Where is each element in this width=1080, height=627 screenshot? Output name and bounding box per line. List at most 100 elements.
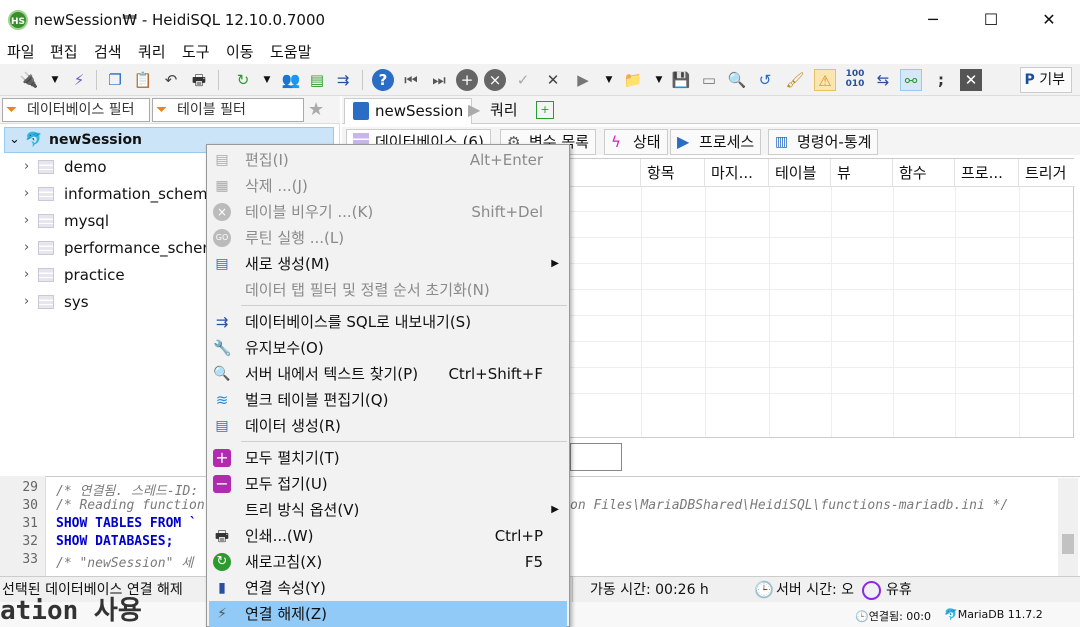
server-icon — [353, 102, 369, 120]
print-icon[interactable]: 🖶 — [188, 69, 210, 91]
donate-button[interactable]: P 기부 — [1019, 67, 1072, 93]
chevron-right-icon[interactable]: › — [24, 154, 29, 180]
menu-item-edit[interactable]: ▤ 편집(I) Alt+Enter — [209, 147, 567, 173]
help-icon[interactable]: ? — [372, 69, 394, 91]
connect-icon[interactable]: 🔌 — [18, 69, 40, 91]
menu-item-create-new[interactable]: ▤ 새로 생성(M) ▶ — [209, 251, 567, 277]
menu-tools[interactable]: 도구 — [182, 40, 210, 64]
replace-icon[interactable]: ↺ — [754, 69, 776, 91]
close-tab-icon[interactable]: ✕ — [960, 69, 982, 91]
clear-icon[interactable]: 🖌 — [784, 69, 806, 91]
cancel-icon[interactable]: ✕ — [542, 69, 564, 91]
maximize-button[interactable]: ☐ — [968, 6, 1014, 34]
column-header-last-modified[interactable]: 마지... — [705, 159, 769, 187]
wrap-icon[interactable]: ⇆ — [872, 69, 894, 91]
submenu-arrow-icon: ▶ — [551, 504, 559, 515]
grid-filter-input[interactable] — [570, 443, 622, 471]
copy-icon[interactable]: ❐ — [104, 69, 126, 91]
tab-command-stats[interactable]: ▥ 명령어-통계 — [768, 129, 879, 155]
first-record-icon[interactable]: ⏮ — [400, 69, 422, 91]
column-header-views[interactable]: 뷰 — [831, 159, 893, 187]
table-filter-input[interactable]: ⏷ 테이블 필터 — [152, 98, 304, 122]
run-icon[interactable]: ▶ — [572, 69, 594, 91]
last-record-icon[interactable]: ⏭ — [428, 69, 450, 91]
import-csv-icon[interactable]: ▤ — [306, 69, 328, 91]
tab-processes[interactable]: ▶ 프로세스 — [670, 129, 762, 155]
database-filter-input[interactable]: ⏷ 데이터베이스 필터 — [2, 98, 150, 122]
menu-item-find-text[interactable]: 🔍 서버 내에서 텍스트 찾기(P) Ctrl+Shift+F — [209, 361, 567, 387]
menu-goto[interactable]: 이동 — [226, 40, 254, 64]
link-icon[interactable]: ⚯ — [900, 69, 922, 91]
column-header-functions[interactable]: 함수 — [893, 159, 955, 187]
menu-item-maintenance[interactable]: 🔧 유지보수(O) — [209, 335, 567, 361]
dropdown-arrow-icon[interactable]: ▼ — [256, 69, 278, 91]
database-icon — [38, 160, 54, 174]
column-header-items[interactable]: 항목 — [641, 159, 705, 187]
dropdown-arrow-icon[interactable]: ▼ — [648, 69, 670, 91]
menu-item-bulk-table-editor[interactable]: ≋ 벌크 테이블 편집기(Q) — [209, 387, 567, 413]
status-uptime: 가동 시간: 00:26 h — [590, 582, 709, 598]
tab-query[interactable]: ▶ 쿼리 — [460, 98, 526, 124]
new-query-tab-icon[interactable]: + — [536, 101, 554, 119]
dropdown-arrow-icon[interactable]: ▼ — [598, 69, 620, 91]
chevron-right-icon[interactable]: › — [24, 208, 29, 234]
disconnect-icon[interactable]: ⚡ — [68, 69, 90, 91]
menu-item-empty-table[interactable]: × 테이블 비우기 ...(K) Shift+Del — [209, 199, 567, 225]
chevron-right-icon[interactable]: › — [24, 181, 29, 207]
menu-item-collapse-all[interactable]: − 모두 접기(U) — [209, 471, 567, 497]
column-header-procedures[interactable]: 프로... — [955, 159, 1019, 187]
menu-help[interactable]: 도움말 — [270, 40, 311, 64]
dropdown-arrow-icon[interactable]: ▼ — [44, 69, 66, 91]
export-sql-icon[interactable]: ⇉ — [332, 69, 354, 91]
menu-item-print[interactable]: 🖶 인쇄...(W) Ctrl+P — [209, 523, 567, 549]
context-menu: ▤ 편집(I) Alt+Enter ▦ 삭제 ...(J) × 테이블 비우기 … — [206, 144, 570, 627]
chevron-right-icon[interactable]: › — [24, 235, 29, 261]
paste-icon[interactable]: 📋 — [132, 69, 154, 91]
menu-item-generate-data[interactable]: ▤ 데이터 생성(R) — [209, 413, 567, 439]
idle-circle-icon — [862, 581, 881, 600]
menu-item-tree-options[interactable]: 트리 방식 옵션(V) ▶ — [209, 497, 567, 523]
post-icon[interactable]: ✓ — [512, 69, 534, 91]
menu-item-run-routine[interactable]: GO 루틴 실행 ...(L) — [209, 225, 567, 251]
save-as-icon[interactable]: ▭ — [698, 69, 720, 91]
menu-file[interactable]: 파일 — [7, 40, 35, 64]
chevron-right-icon[interactable]: › — [24, 262, 29, 288]
log-scrollbar[interactable] — [1058, 478, 1078, 576]
clock-icon: 🕒 — [754, 580, 774, 599]
find-icon[interactable]: 🔍 — [726, 69, 748, 91]
refresh-icon: ↻ — [213, 553, 231, 571]
menu-search[interactable]: 검색 — [94, 40, 122, 64]
disconnect-icon: ⚡ — [217, 606, 227, 622]
undo-icon[interactable]: ↶ — [160, 69, 182, 91]
delete-record-icon[interactable]: × — [484, 69, 506, 91]
add-record-icon[interactable]: + — [456, 69, 478, 91]
chevron-right-icon[interactable]: › — [24, 289, 29, 315]
menu-item-refresh[interactable]: ↻ 새로고침(X) F5 — [209, 549, 567, 575]
menu-query[interactable]: 쿼리 — [138, 40, 166, 64]
binary-icon[interactable]: 100 010 — [844, 69, 866, 91]
menu-item-disconnect[interactable]: ⚡ 연결 해제(Z) — [209, 601, 567, 627]
chevron-down-icon[interactable]: ⌄ — [9, 128, 20, 152]
refresh-icon[interactable]: ↻ — [232, 69, 254, 91]
tab-session[interactable]: newSession — [344, 98, 473, 124]
menu-item-expand-all[interactable]: + 모두 펼치기(T) — [209, 445, 567, 471]
menu-item-reset-filter[interactable]: 데이터 탭 필터 및 정렬 순서 초기화(N) — [209, 277, 567, 303]
app-icon: HS — [8, 10, 28, 30]
menu-edit[interactable]: 편집 — [50, 40, 78, 64]
toolbar: 🔌 ▼ ⚡ ❐ 📋 ↶ 🖶 ↻ ▼ 👥 ▤ ⇉ ? ⏮ ⏭ + × ✓ ✕ ▶ … — [0, 64, 1080, 96]
semicolon-icon[interactable]: ; — [930, 69, 952, 91]
close-button[interactable]: ✕ — [1026, 6, 1072, 34]
menu-item-connection-properties[interactable]: ▮ 연결 속성(Y) — [209, 575, 567, 601]
column-header-tables[interactable]: 테이블 — [769, 159, 831, 187]
warning-icon[interactable]: ⚠ — [814, 69, 836, 91]
users-icon[interactable]: 👥 — [280, 69, 302, 91]
play-icon: ▶ — [468, 100, 481, 119]
column-header-triggers[interactable]: 트리거 — [1019, 159, 1075, 187]
menu-item-export-sql[interactable]: ⇉ 데이터베이스를 SQL로 내보내기(S) — [209, 309, 567, 335]
menu-item-delete[interactable]: ▦ 삭제 ...(J) — [209, 173, 567, 199]
tab-status[interactable]: ϟ 상태 — [604, 129, 668, 155]
open-folder-icon[interactable]: 📁 — [622, 69, 644, 91]
favorite-star-icon[interactable]: ★ — [308, 99, 324, 120]
minimize-button[interactable]: ─ — [910, 6, 956, 34]
save-icon[interactable]: 💾 — [670, 69, 692, 91]
